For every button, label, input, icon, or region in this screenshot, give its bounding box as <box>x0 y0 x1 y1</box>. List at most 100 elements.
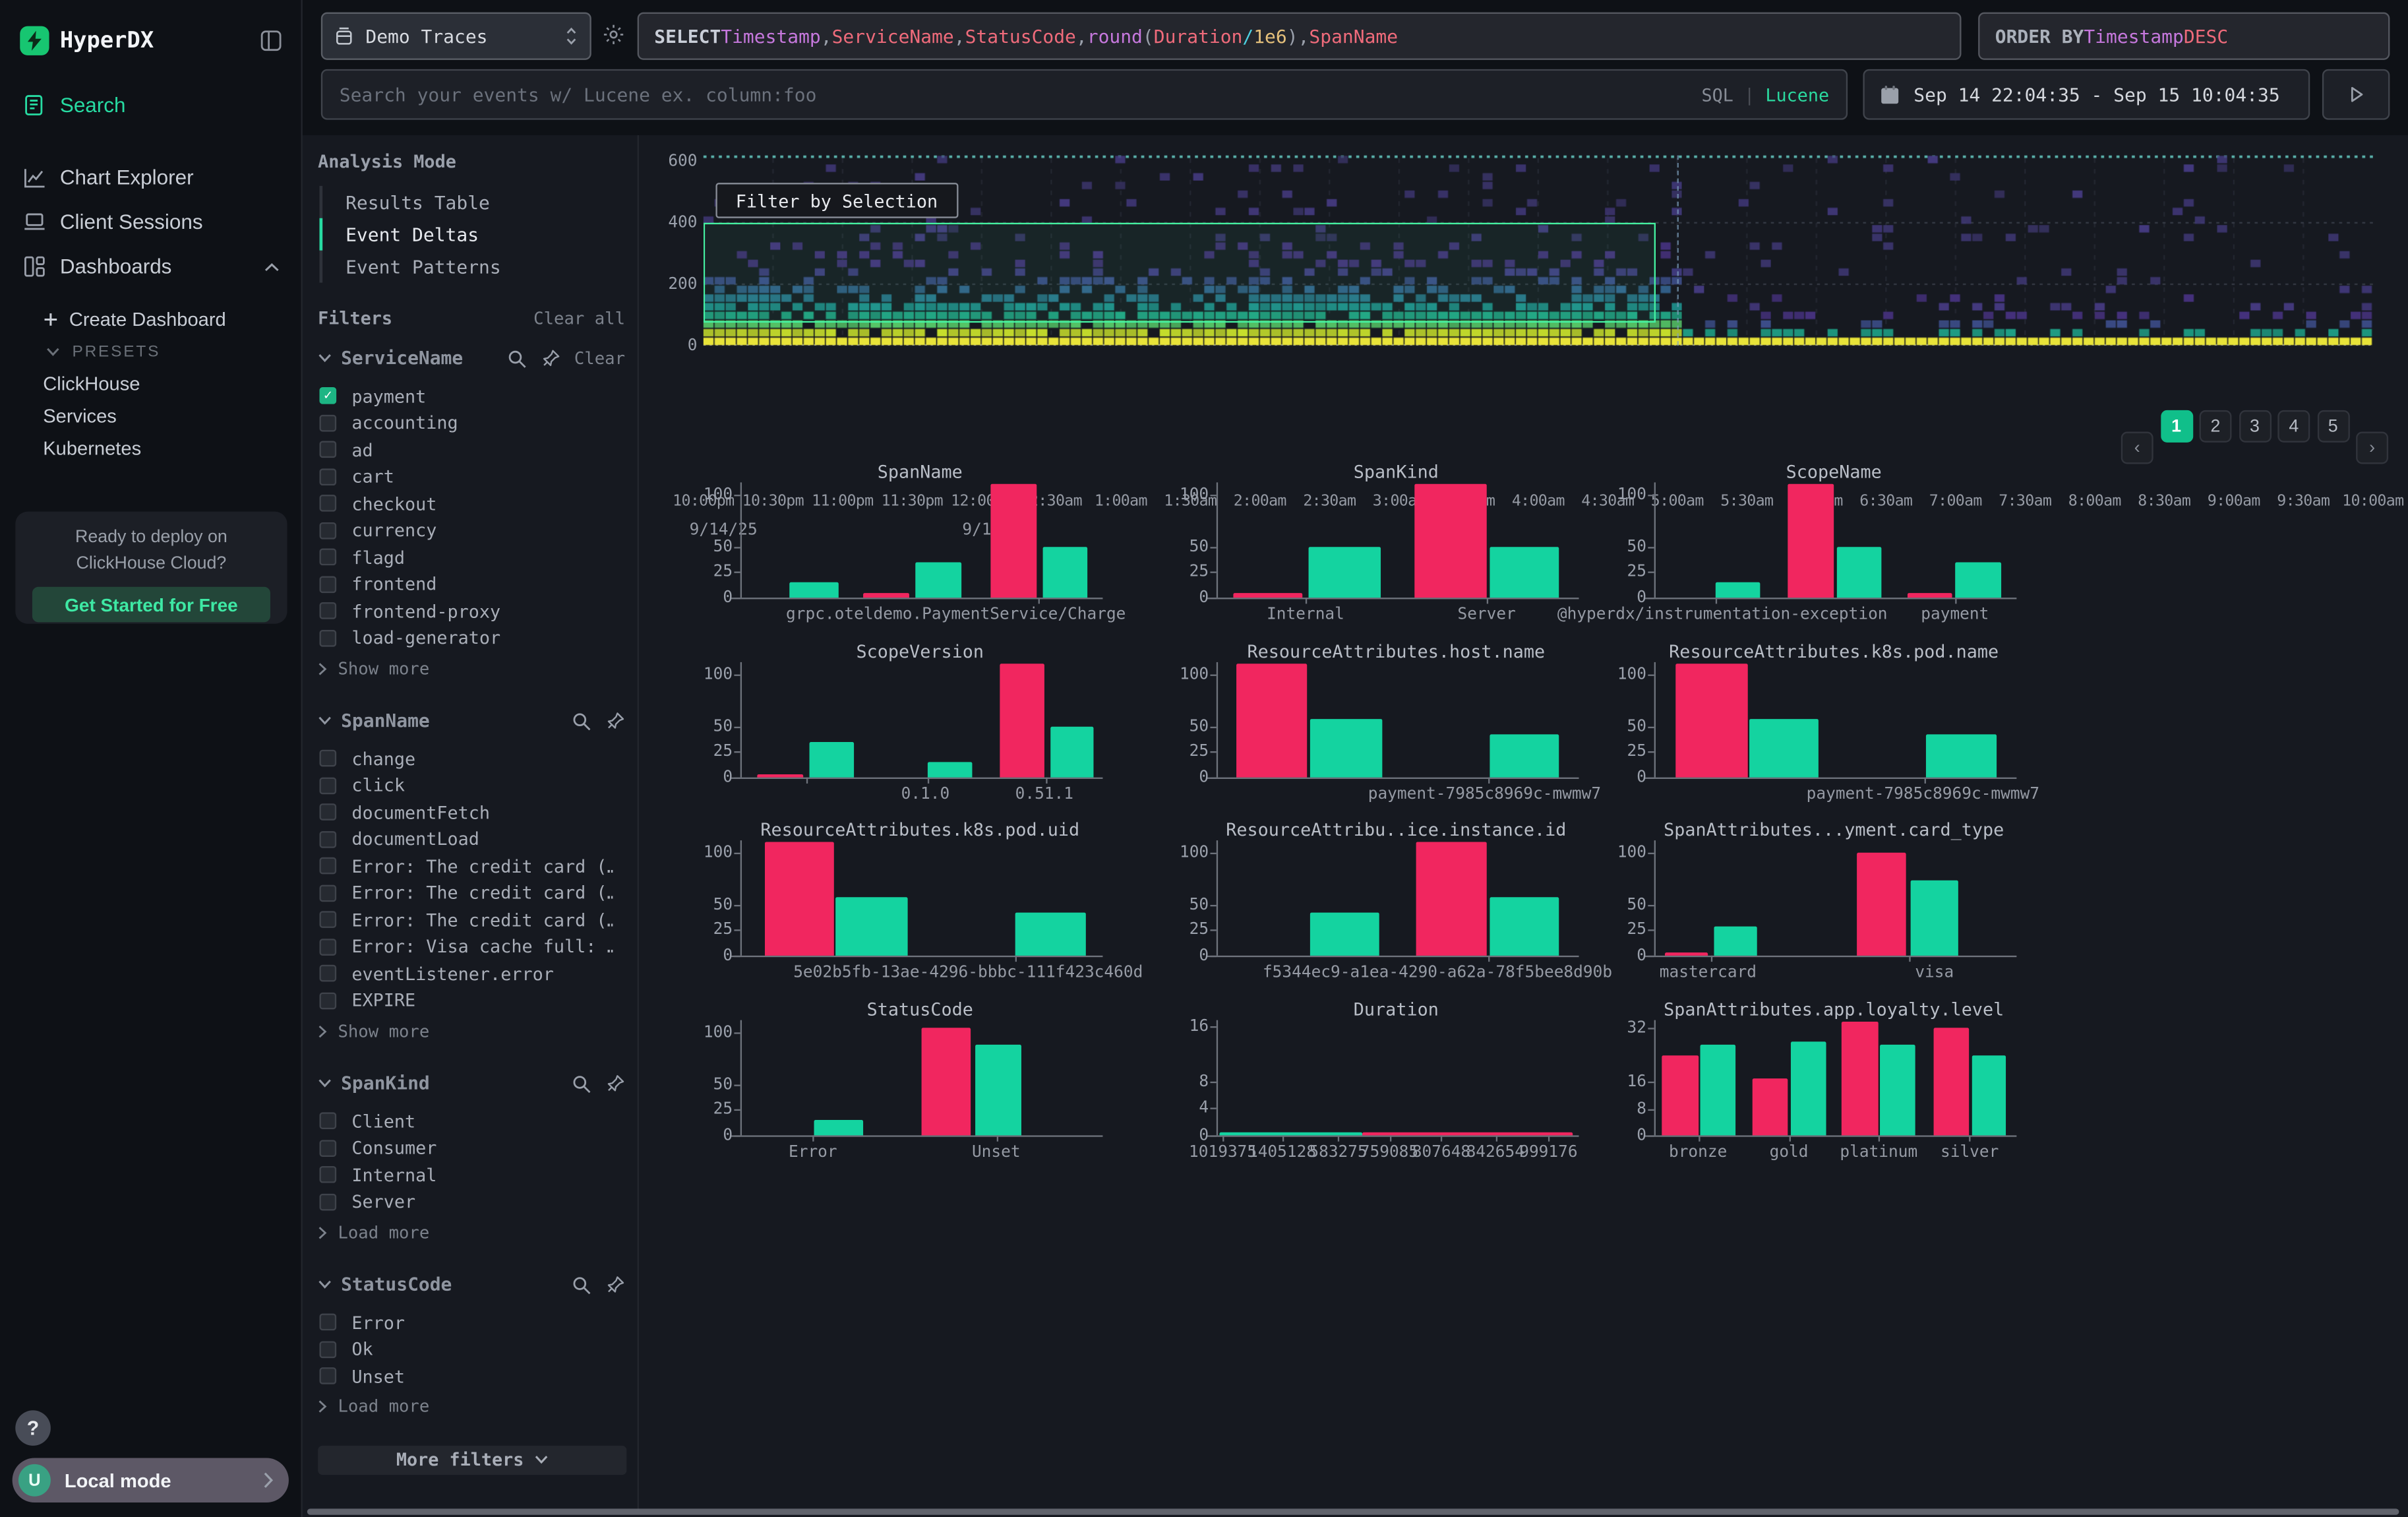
pagination-page-1[interactable]: 1 <box>2160 410 2192 443</box>
language-toggle[interactable]: SQL | Lucene <box>1702 84 1830 106</box>
show-more-link[interactable]: Show more <box>318 1017 625 1045</box>
filter-option-cart[interactable]: cart <box>318 463 625 490</box>
checkbox[interactable] <box>319 992 336 1009</box>
sidebar-item-dashboards[interactable]: Dashboards <box>0 244 301 289</box>
sidebar-item-search[interactable]: Search <box>0 83 301 128</box>
checkbox[interactable] <box>319 629 336 646</box>
checkbox[interactable] <box>319 884 336 902</box>
preset-link-services[interactable]: Services <box>0 400 301 432</box>
filter-option-frontend-proxy[interactable]: frontend-proxy <box>318 598 625 625</box>
pagination-page-5[interactable]: 5 <box>2317 410 2349 443</box>
checkbox[interactable] <box>319 468 336 485</box>
filter-section-name[interactable]: StatusCode <box>341 1274 557 1295</box>
filter-option-flagd[interactable]: flagd <box>318 544 625 571</box>
chevron-down-icon[interactable] <box>318 1078 332 1088</box>
checkbox[interactable] <box>319 1193 336 1210</box>
create-dashboard-button[interactable]: Create Dashboard <box>0 303 301 335</box>
sql-select-input[interactable]: SELECT Timestamp, ServiceName, StatusCod… <box>638 13 1962 60</box>
gear-icon[interactable] <box>602 23 625 46</box>
filter-section-name[interactable]: SpanName <box>341 710 557 731</box>
filter-option-error-visa-cache-full-[interactable]: Error: Visa cache full: … <box>318 933 625 960</box>
checkbox[interactable] <box>319 1140 336 1157</box>
checkbox[interactable] <box>319 857 336 875</box>
clear-filter-button[interactable]: Clear <box>574 348 625 368</box>
heatmap-plot[interactable]: Filter by Selection <box>704 155 2373 346</box>
checkbox[interactable] <box>319 522 336 539</box>
clear-all-button[interactable]: Clear all <box>533 308 625 328</box>
analysis-mode-event-deltas[interactable]: Event Deltas <box>322 218 625 251</box>
run-query-button[interactable] <box>2322 69 2390 120</box>
filter-option-eventlistener-error[interactable]: eventListener.error <box>318 960 625 987</box>
checkbox[interactable] <box>319 831 336 848</box>
filter-option-click[interactable]: click <box>318 772 625 799</box>
horizontal-scrollbar[interactable] <box>307 1508 2399 1514</box>
checkbox[interactable]: ✓ <box>319 388 336 405</box>
chevron-down-icon[interactable] <box>318 354 332 363</box>
local-mode-button[interactable]: U Local mode <box>13 1458 289 1503</box>
load-more-link[interactable]: Load more <box>318 1393 625 1421</box>
date-range-picker[interactable]: Sep 14 22:04:35 - Sep 15 10:04:35 <box>1863 69 2310 120</box>
checkbox[interactable] <box>319 1368 336 1385</box>
search-icon[interactable] <box>571 1274 591 1294</box>
filter-option-server[interactable]: Server <box>318 1189 625 1216</box>
preset-link-kubernetes[interactable]: Kubernetes <box>0 432 301 464</box>
preset-link-clickhouse[interactable]: ClickHouse <box>0 367 301 400</box>
checkbox[interactable] <box>319 576 336 593</box>
checkbox[interactable] <box>319 441 336 458</box>
filter-option-error-the-credit-card-[interactable]: Error: The credit card (… <box>318 853 625 880</box>
checkbox[interactable] <box>319 603 336 620</box>
search-icon[interactable] <box>571 710 591 730</box>
checkbox[interactable] <box>319 939 336 956</box>
checkbox[interactable] <box>319 777 336 794</box>
pin-icon[interactable] <box>605 1073 625 1093</box>
sidebar-item-client-sessions[interactable]: Client Sessions <box>0 200 301 245</box>
checkbox[interactable] <box>319 414 336 431</box>
checkbox[interactable] <box>319 750 336 767</box>
chevron-down-icon[interactable] <box>318 716 332 725</box>
sidebar-item-chart-explorer[interactable]: Chart Explorer <box>0 155 301 200</box>
checkbox[interactable] <box>319 1314 336 1331</box>
get-started-button[interactable]: Get Started for Free <box>32 588 270 623</box>
filter-option-error[interactable]: Error <box>318 1309 625 1336</box>
pagination-prev-button[interactable]: ‹ <box>2121 432 2153 464</box>
filter-option-consumer[interactable]: Consumer <box>318 1134 625 1161</box>
filter-option-unset[interactable]: Unset <box>318 1363 625 1390</box>
pagination-page-4[interactable]: 4 <box>2277 410 2310 443</box>
chevron-down-icon[interactable] <box>318 1280 332 1289</box>
heatmap-selection-box[interactable] <box>704 223 1655 323</box>
checkbox[interactable] <box>319 912 336 929</box>
filter-option-load-generator[interactable]: load-generator <box>318 625 625 652</box>
collapse-sidebar-icon[interactable] <box>260 29 283 52</box>
pagination-page-2[interactable]: 2 <box>2200 410 2232 443</box>
filter-option-expire[interactable]: EXPIRE <box>318 987 625 1014</box>
help-button[interactable]: ? <box>15 1410 51 1446</box>
filter-option-payment[interactable]: ✓payment <box>318 383 625 410</box>
checkbox[interactable] <box>319 549 336 566</box>
pagination-page-3[interactable]: 3 <box>2239 410 2271 443</box>
order-by-input[interactable]: ORDER BY Timestamp DESC <box>1978 13 2390 60</box>
filter-option-checkout[interactable]: checkout <box>318 490 625 517</box>
search-icon[interactable] <box>506 348 526 368</box>
filter-section-name[interactable]: SpanKind <box>341 1072 557 1094</box>
checkbox[interactable] <box>319 804 336 821</box>
filter-option-ok[interactable]: Ok <box>318 1336 625 1363</box>
filter-option-internal[interactable]: Internal <box>318 1161 625 1189</box>
filter-option-error-the-credit-card-[interactable]: Error: The credit card (… <box>318 906 625 933</box>
filter-option-frontend[interactable]: frontend <box>318 571 625 598</box>
checkbox[interactable] <box>319 495 336 512</box>
checkbox[interactable] <box>319 1341 336 1358</box>
checkbox[interactable] <box>319 965 336 982</box>
filter-option-change[interactable]: change <box>318 745 625 772</box>
filter-option-currency[interactable]: currency <box>318 517 625 544</box>
load-more-link[interactable]: Load more <box>318 1218 625 1246</box>
filter-section-name[interactable]: ServiceName <box>341 347 493 369</box>
filter-option-client[interactable]: Client <box>318 1107 625 1134</box>
pin-icon[interactable] <box>541 348 560 368</box>
pin-icon[interactable] <box>605 1274 625 1294</box>
filter-option-documentfetch[interactable]: documentFetch <box>318 799 625 826</box>
presets-toggle[interactable]: PRESETS <box>0 335 301 367</box>
analysis-mode-results-table[interactable]: Results Table <box>322 186 625 218</box>
checkbox[interactable] <box>319 1113 336 1130</box>
more-filters-button[interactable]: More filters <box>318 1445 626 1474</box>
pagination-next-button[interactable]: › <box>2356 432 2388 464</box>
